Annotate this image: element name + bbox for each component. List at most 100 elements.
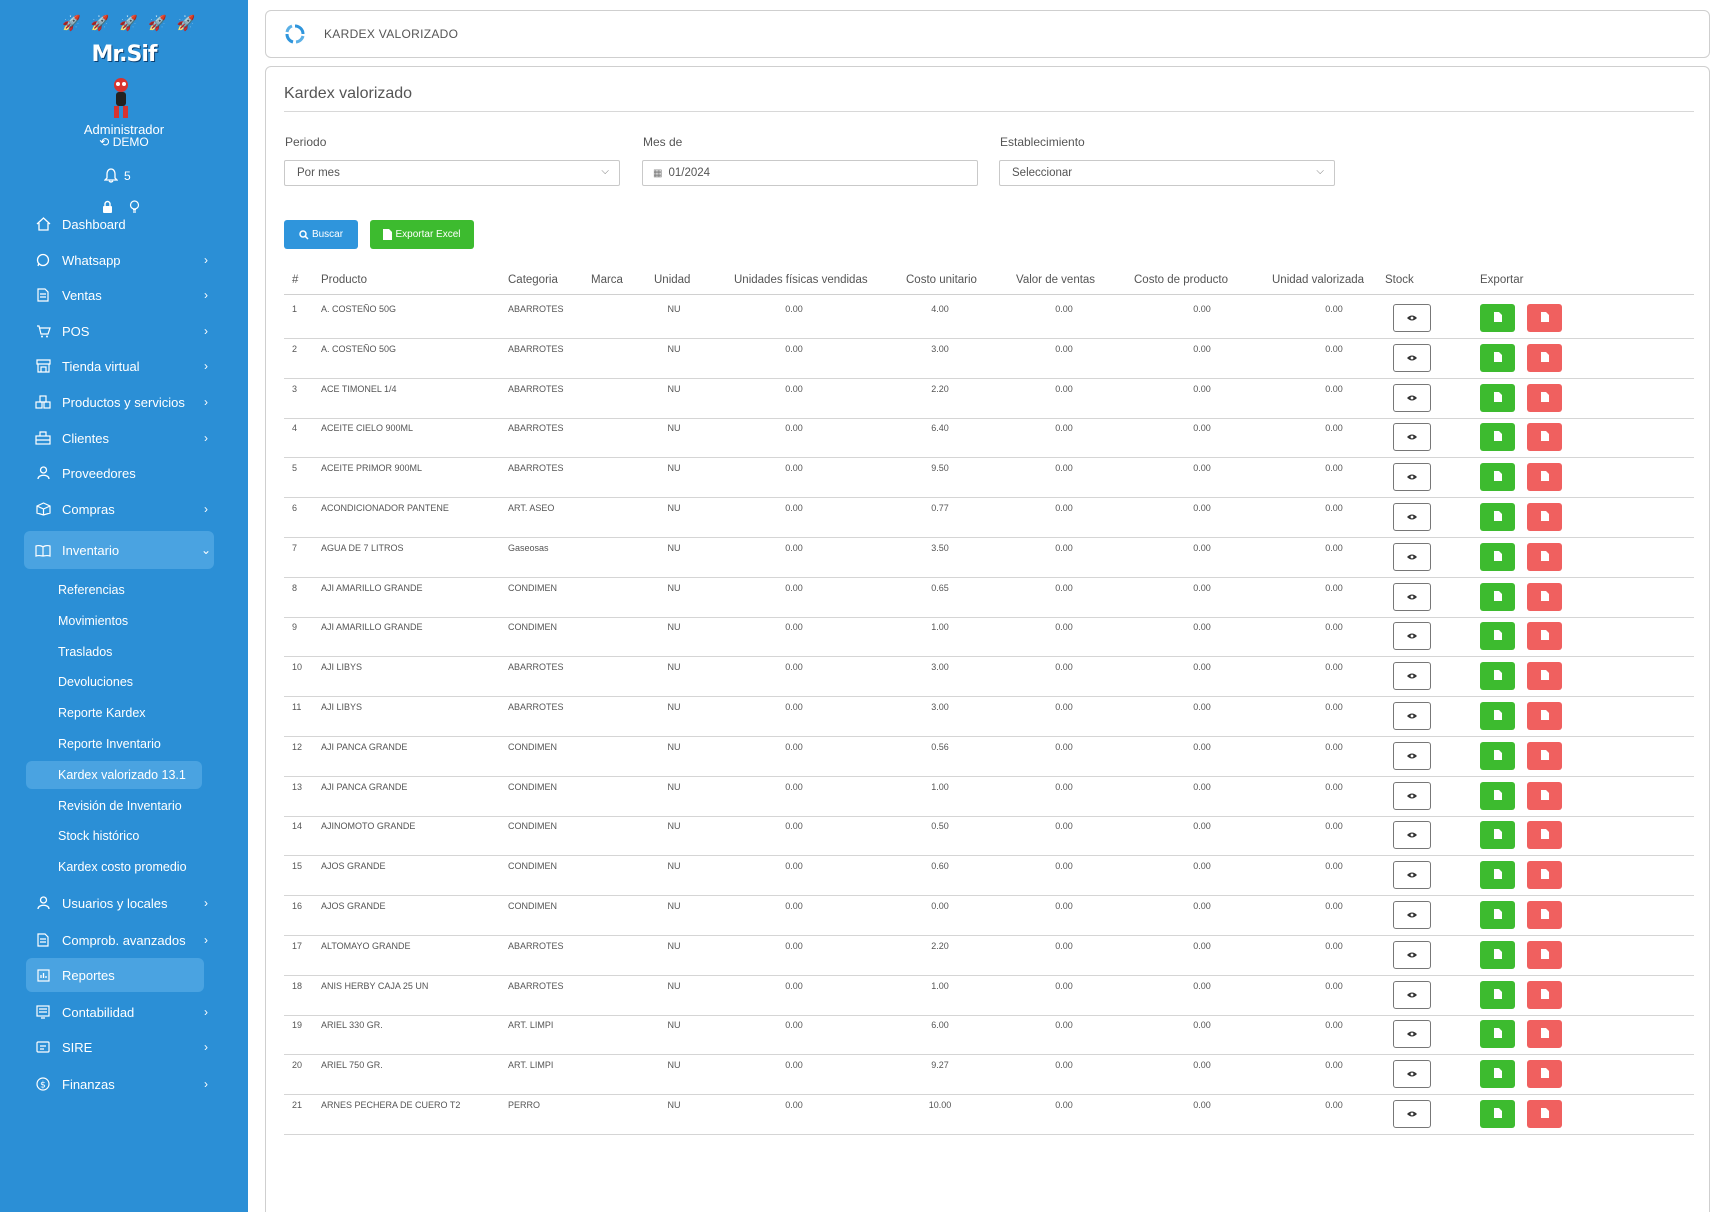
sidebar-subitem-devoluciones[interactable]: Devoluciones: [26, 668, 202, 696]
mes-input[interactable]: ▦ 01/2024: [642, 160, 978, 186]
sidebar-item-ventas[interactable]: Ventas ›: [24, 278, 214, 312]
export-row-pdf-button[interactable]: [1527, 741, 1562, 770]
export-row-pdf-button[interactable]: [1527, 662, 1562, 691]
export-row-excel-button[interactable]: [1480, 1060, 1515, 1089]
export-row-pdf-button[interactable]: [1527, 1020, 1562, 1049]
view-stock-button[interactable]: [1393, 383, 1431, 412]
export-row-excel-button[interactable]: [1480, 304, 1515, 332]
export-row-pdf-button[interactable]: [1527, 423, 1562, 452]
sidebar-item-finanzas[interactable]: $ Finanzas ›: [24, 1067, 214, 1101]
export-row-pdf-button[interactable]: [1527, 343, 1562, 372]
export-row-excel-button[interactable]: [1480, 463, 1515, 492]
view-stock-button[interactable]: [1393, 662, 1431, 691]
sidebar-item-reportes[interactable]: Reportes: [26, 958, 204, 992]
export-row-excel-button[interactable]: [1480, 1020, 1515, 1049]
export-row-excel-button[interactable]: [1480, 821, 1515, 850]
view-stock-button[interactable]: [1393, 503, 1431, 531]
notifications-button[interactable]: 5: [104, 168, 131, 183]
sidebar-item-pos[interactable]: POS ›: [24, 314, 214, 348]
sidebar-item-comprob-avanzados[interactable]: Comprob. avanzados ›: [24, 923, 214, 957]
view-stock-button[interactable]: [1393, 423, 1431, 452]
view-stock-button[interactable]: [1393, 980, 1431, 1009]
export-row-pdf-button[interactable]: [1527, 503, 1562, 531]
sidebar-subitem-movimientos[interactable]: Movimientos: [26, 607, 202, 635]
export-row-pdf-button[interactable]: [1527, 304, 1562, 332]
export-row-excel-button[interactable]: [1480, 781, 1515, 810]
export-row-pdf-button[interactable]: [1527, 383, 1562, 412]
sidebar-subitem-kardex-costo-promedio[interactable]: Kardex costo promedio: [26, 853, 202, 881]
export-row-excel-button[interactable]: [1480, 861, 1515, 890]
view-stock-button[interactable]: [1393, 821, 1431, 850]
sidebar-subitem-traslados[interactable]: Traslados: [26, 638, 202, 666]
export-excel-button[interactable]: Exportar Excel: [370, 220, 474, 249]
sidebar-item-tienda-virtual[interactable]: Tienda virtual ›: [24, 349, 214, 383]
export-row-excel-button[interactable]: [1480, 542, 1515, 571]
export-row-pdf-button[interactable]: [1527, 781, 1562, 810]
sidebar-item-contabilidad[interactable]: Contabilidad ›: [24, 995, 214, 1029]
export-row-pdf-button[interactable]: [1527, 1100, 1562, 1128]
export-row-excel-button[interactable]: [1480, 622, 1515, 651]
view-stock-button[interactable]: [1393, 1020, 1431, 1049]
export-row-pdf-button[interactable]: [1527, 980, 1562, 1009]
sidebar-item-whatsapp[interactable]: Whatsapp ›: [24, 243, 214, 277]
valued-unit: 0.00: [1325, 304, 1343, 314]
sidebar-item-sire[interactable]: SIRE ›: [24, 1030, 214, 1064]
export-row-excel-button[interactable]: [1480, 901, 1515, 929]
export-row-excel-button[interactable]: [1480, 1100, 1515, 1128]
export-row-pdf-button[interactable]: [1527, 940, 1562, 969]
export-row-pdf-button[interactable]: [1527, 821, 1562, 850]
export-row-excel-button[interactable]: [1480, 423, 1515, 452]
periodo-select[interactable]: Por mes ⌵: [284, 160, 620, 186]
view-stock-button[interactable]: [1393, 861, 1431, 890]
export-row-pdf-button[interactable]: [1527, 622, 1562, 651]
sidebar-subitem-referencias[interactable]: Referencias: [26, 576, 202, 604]
export-row-excel-button[interactable]: [1480, 383, 1515, 412]
view-stock-button[interactable]: [1393, 781, 1431, 810]
view-stock-button[interactable]: [1393, 622, 1431, 651]
sidebar-subitem-kardex-valorizado-13-1[interactable]: Kardex valorizado 13.1: [26, 761, 202, 789]
export-row-excel-button[interactable]: [1480, 741, 1515, 770]
row-index: 17: [292, 940, 303, 951]
export-row-pdf-button[interactable]: [1527, 463, 1562, 492]
export-row-excel-button[interactable]: [1480, 702, 1515, 730]
search-button[interactable]: Buscar: [284, 220, 358, 249]
sidebar-item-inventario[interactable]: Inventario ⌄: [24, 531, 214, 569]
export-row-pdf-button[interactable]: [1527, 542, 1562, 571]
export-row-excel-button[interactable]: [1480, 980, 1515, 1009]
sidebar-subitem-revision-de-inventario[interactable]: Revisión de Inventario: [26, 792, 202, 820]
view-stock-button[interactable]: [1393, 940, 1431, 969]
view-stock-button[interactable]: [1393, 1060, 1431, 1089]
export-row-pdf-button[interactable]: [1527, 1060, 1562, 1089]
export-row-pdf-button[interactable]: [1527, 702, 1562, 730]
establecimiento-select[interactable]: Seleccionar ⌵: [999, 160, 1335, 186]
view-stock-button[interactable]: [1393, 343, 1431, 372]
sidebar-item-dashboard[interactable]: Dashboard: [24, 207, 214, 241]
sidebar-subitem-reporte-inventario[interactable]: Reporte Inventario: [26, 730, 202, 758]
export-row-excel-button[interactable]: [1480, 343, 1515, 372]
view-stock-button[interactable]: [1393, 901, 1431, 929]
brand-logo[interactable]: Mr.Sif: [0, 42, 248, 67]
view-stock-button[interactable]: [1393, 702, 1431, 730]
sidebar-item-compras[interactable]: Compras ›: [24, 492, 214, 526]
sidebar-item-clientes[interactable]: Clientes ›: [24, 421, 214, 455]
view-stock-button[interactable]: [1393, 463, 1431, 492]
export-row-pdf-button[interactable]: [1527, 861, 1562, 890]
view-stock-button[interactable]: [1393, 1100, 1431, 1128]
export-row-pdf-button[interactable]: [1527, 901, 1562, 929]
export-row-excel-button[interactable]: [1480, 940, 1515, 969]
export-row-excel-button[interactable]: [1480, 582, 1515, 611]
export-row-excel-button[interactable]: [1480, 662, 1515, 691]
view-stock-button[interactable]: [1393, 582, 1431, 611]
rocket-icon: 🚀: [148, 15, 167, 32]
sidebar-item-usuarios-y-locales[interactable]: Usuarios y locales ›: [24, 886, 214, 920]
sidebar-subitem-stock-historico[interactable]: Stock histórico: [26, 822, 202, 850]
export-row-excel-button[interactable]: [1480, 503, 1515, 531]
sidebar-item-productos-y-servicios[interactable]: Productos y servicios ›: [24, 385, 214, 419]
sidebar-subitem-reporte-kardex[interactable]: Reporte Kardex: [26, 699, 202, 727]
sidebar-item-proveedores[interactable]: Proveedores: [24, 456, 214, 490]
view-stock-button[interactable]: [1393, 542, 1431, 571]
export-row-pdf-button[interactable]: [1527, 582, 1562, 611]
view-stock-button[interactable]: [1393, 741, 1431, 770]
view-stock-button[interactable]: [1393, 304, 1431, 332]
chevron-right-icon: ›: [204, 896, 208, 910]
